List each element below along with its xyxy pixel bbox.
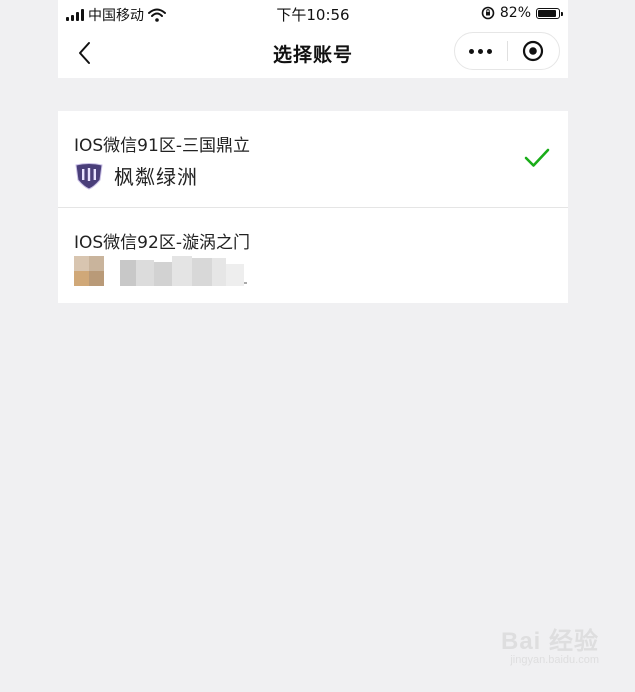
guild-emblem-icon (75, 162, 103, 190)
more-button[interactable] (455, 33, 507, 69)
server-name: IOS微信91区-三国鼎立 (74, 136, 250, 156)
phone-screen: 中国移动 下午10:56 82% 选择账号 IOS微信91区-三国鼎立 枫粼绿洲… (58, 0, 568, 692)
target-icon (523, 40, 544, 62)
miniprogram-capsule (454, 32, 560, 70)
nav-bar: 选择账号 (58, 28, 568, 78)
account-item-2[interactable]: IOS微信92区-漩涡之门 (58, 207, 568, 303)
role-row: 枫粼绿洲 (74, 161, 198, 190)
account-list: IOS微信91区-三国鼎立 枫粼绿洲 IOS微信92区-漩涡之门 (58, 111, 568, 303)
watermark-sub: jingyan.baidu.com (510, 654, 599, 666)
status-right: 82% (481, 5, 563, 21)
orientation-lock-icon (481, 6, 495, 20)
watermark: Bai 经验 jingyan.baidu.com (501, 621, 599, 666)
watermark-main: Bai 经验 (500, 628, 599, 655)
status-bar: 中国移动 下午10:56 82% (58, 0, 568, 28)
blurred-role-info (74, 256, 254, 292)
battery-percent: 82% (499, 5, 531, 21)
close-miniprogram-button[interactable] (507, 33, 559, 69)
left-margin (0, 0, 58, 692)
server-name: IOS微信92区-漩涡之门 (74, 233, 250, 253)
role-name: 枫粼绿洲 (114, 165, 198, 189)
checkmark-icon (524, 148, 550, 167)
battery-icon (536, 7, 563, 19)
account-item-1[interactable]: IOS微信91区-三国鼎立 枫粼绿洲 (58, 111, 568, 207)
more-dots-icon (469, 48, 475, 54)
right-margin (568, 0, 635, 692)
